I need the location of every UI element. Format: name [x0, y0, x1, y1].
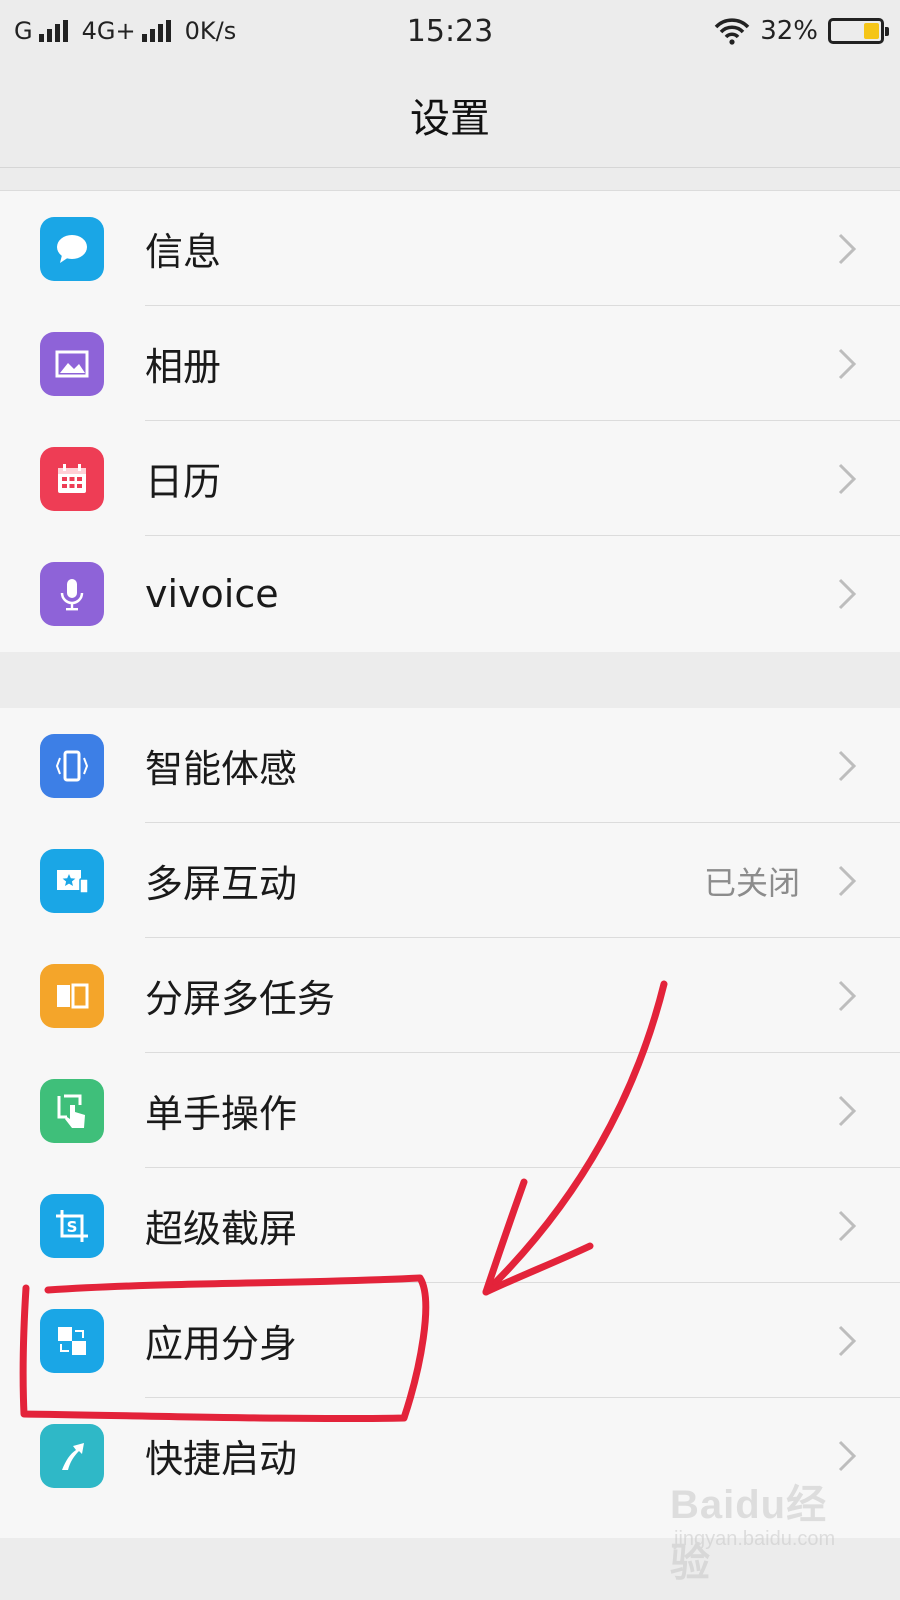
settings-group-1: 信息 相册 日历 vivoice	[0, 190, 900, 652]
settings-item-vivoice[interactable]: vivoice	[0, 536, 900, 651]
settings-item-album[interactable]: 相册	[0, 306, 900, 421]
quick-launch-icon	[40, 1423, 104, 1488]
app-clone-icon	[40, 1308, 104, 1373]
signal-icon	[38, 20, 68, 42]
settings-item-label: 快捷启动	[145, 1437, 298, 1481]
chevron-right-icon	[834, 861, 860, 901]
settings-item-calendar[interactable]: 日历	[0, 421, 900, 536]
baidu-watermark: Baidu经验 jingyan.baidu.com	[670, 1472, 860, 1585]
settings-item-multi-screen[interactable]: 多屏互动 已关闭	[0, 823, 900, 938]
settings-item-label: 信息	[145, 230, 222, 274]
chevron-right-icon	[834, 229, 860, 269]
chevron-right-icon	[834, 459, 860, 499]
settings-item-label: 相册	[145, 345, 222, 389]
settings-item-label: 超级截屏	[145, 1207, 298, 1251]
split-screen-icon	[40, 963, 104, 1028]
battery-icon	[828, 18, 889, 44]
battery-percent: 32%	[760, 16, 818, 46]
chevron-right-icon	[834, 1206, 860, 1246]
settings-item-smart-motion[interactable]: 智能体感	[0, 708, 900, 823]
settings-item-split-screen[interactable]: 分屏多任务	[0, 938, 900, 1053]
status-right: 32%	[714, 0, 889, 62]
status-value: 已关闭	[703, 863, 800, 902]
chevron-right-icon	[834, 1321, 860, 1361]
wifi-icon	[714, 18, 750, 45]
carrier-2: 4G+	[81, 17, 136, 45]
chevron-right-icon	[834, 1091, 860, 1131]
settings-item-one-hand[interactable]: 单手操作	[0, 1053, 900, 1168]
settings-item-screenshot[interactable]: S 超级截屏	[0, 1168, 900, 1283]
multi-screen-icon	[40, 848, 104, 913]
title-bar: 设置	[0, 62, 900, 168]
settings-item-label: 日历	[145, 460, 222, 504]
status-bar: G 4G+ 0K/s 15:23 32%	[0, 0, 900, 62]
status-left: G 4G+ 0K/s	[14, 17, 236, 45]
carrier-1: G	[14, 17, 33, 45]
signal-icon	[141, 20, 171, 42]
network-speed: 0K/s	[184, 17, 237, 45]
watermark-sub: jingyan.baidu.com	[674, 1528, 836, 1550]
chevron-right-icon	[834, 746, 860, 786]
svg-text:S: S	[67, 1218, 78, 1236]
chevron-right-icon	[834, 344, 860, 384]
smart-motion-icon	[40, 733, 104, 798]
settings-item-label: 单手操作	[145, 1092, 298, 1136]
chevron-right-icon	[834, 976, 860, 1016]
settings-item-app-clone[interactable]: 应用分身	[0, 1283, 900, 1398]
settings-item-label: 应用分身	[145, 1322, 298, 1366]
calendar-icon	[40, 446, 104, 511]
chevron-right-icon	[834, 574, 860, 614]
album-icon	[40, 331, 104, 396]
chevron-right-icon	[834, 1436, 860, 1476]
settings-item-label: 智能体感	[145, 747, 298, 791]
message-icon	[40, 216, 104, 281]
one-hand-icon	[40, 1078, 104, 1143]
settings-item-label: vivoice	[145, 571, 279, 616]
settings-item-label: 分屏多任务	[145, 977, 336, 1021]
screenshot-icon: S	[40, 1193, 104, 1258]
settings-item-label: 多屏互动	[145, 862, 298, 906]
page-title: 设置	[410, 95, 490, 142]
settings-group-2: 智能体感 多屏互动 已关闭 分屏多任务 单手操作 S 超级截屏 应用分身 快捷启…	[0, 708, 900, 1538]
microphone-icon	[40, 561, 104, 626]
settings-item-message[interactable]: 信息	[0, 191, 900, 306]
